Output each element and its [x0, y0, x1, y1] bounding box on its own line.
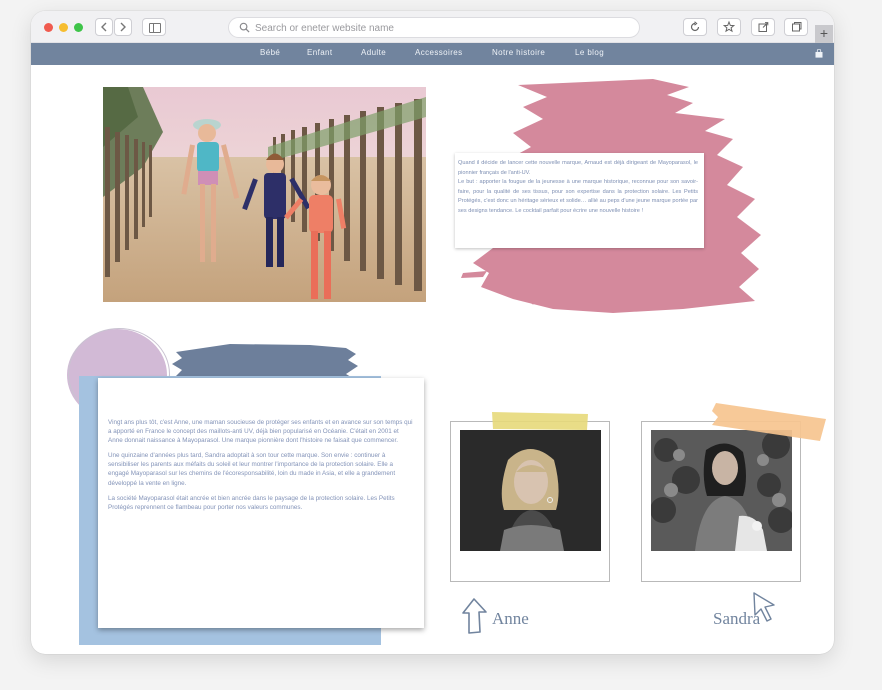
- close-window-button[interactable]: [44, 23, 53, 32]
- shopping-bag-icon[interactable]: [815, 49, 823, 58]
- kids-beach-photo: [103, 87, 426, 302]
- back-chevron-icon: [101, 22, 107, 32]
- polaroid-sandra: [641, 421, 801, 582]
- story-paragraph-2: Une quinzaine d'années plus tard, Sandra…: [108, 452, 396, 487]
- nav-item-bebe[interactable]: Bébé: [260, 48, 280, 57]
- maximize-window-button[interactable]: [74, 23, 83, 32]
- new-tab-button[interactable]: +: [815, 25, 833, 43]
- cursor-icon: [753, 592, 775, 622]
- address-bar[interactable]: [228, 17, 640, 38]
- intro-paragraph-1: Quand il décide de lancer cette nouvelle…: [458, 160, 698, 176]
- story-paragraph-1: Vingt ans plus tôt, c'est Anne, une mama…: [108, 419, 413, 445]
- intro-paragraph-2: Le but : apporter la fougue de la jeunes…: [458, 179, 698, 214]
- back-button[interactable]: [95, 18, 113, 36]
- url-input[interactable]: [255, 20, 625, 36]
- star-icon: [722, 20, 736, 33]
- nav-item-enfant[interactable]: Enfant: [307, 48, 333, 57]
- browser-window: Bébé Enfant Adulte Accessoires Notre his…: [31, 11, 834, 654]
- share-button[interactable]: [751, 18, 775, 36]
- site-navigation: Bébé Enfant Adulte Accessoires Notre his…: [31, 43, 834, 65]
- bookmark-button[interactable]: [717, 18, 741, 36]
- anne-portrait-photo: [460, 430, 601, 551]
- tabs-icon: [792, 22, 802, 32]
- plus-icon: +: [819, 25, 829, 41]
- arrow-up-icon: [462, 598, 487, 634]
- story-text-box: Vingt ans plus tôt, c'est Anne, une mama…: [98, 378, 424, 628]
- reload-button[interactable]: [683, 18, 707, 36]
- search-icon: [239, 22, 250, 33]
- sidebar-toggle-button[interactable]: [142, 18, 166, 36]
- nav-item-accessoires[interactable]: Accessoires: [415, 48, 463, 57]
- story-paragraph-3: La société Mayoparasol était ancrée et b…: [108, 494, 395, 511]
- browser-toolbar: [31, 11, 834, 43]
- sandra-portrait-photo: [651, 430, 792, 551]
- minimize-window-button[interactable]: [59, 23, 68, 32]
- forward-button[interactable]: [114, 18, 132, 36]
- nav-item-notre-histoire[interactable]: Notre histoire: [492, 48, 545, 57]
- reload-icon: [690, 21, 700, 32]
- yellow-tape: [492, 412, 588, 430]
- orange-tape: [712, 403, 826, 441]
- founder-name-anne: Anne: [492, 609, 529, 628]
- tabs-button[interactable]: [784, 18, 808, 36]
- share-icon: [758, 22, 769, 32]
- nav-item-le-blog[interactable]: Le blog: [575, 48, 604, 57]
- polaroid-anne: [450, 421, 610, 582]
- intro-text-box: Quand il décide de lancer cette nouvelle…: [455, 153, 704, 248]
- nav-item-adulte[interactable]: Adulte: [361, 48, 386, 57]
- forward-chevron-icon: [120, 22, 126, 32]
